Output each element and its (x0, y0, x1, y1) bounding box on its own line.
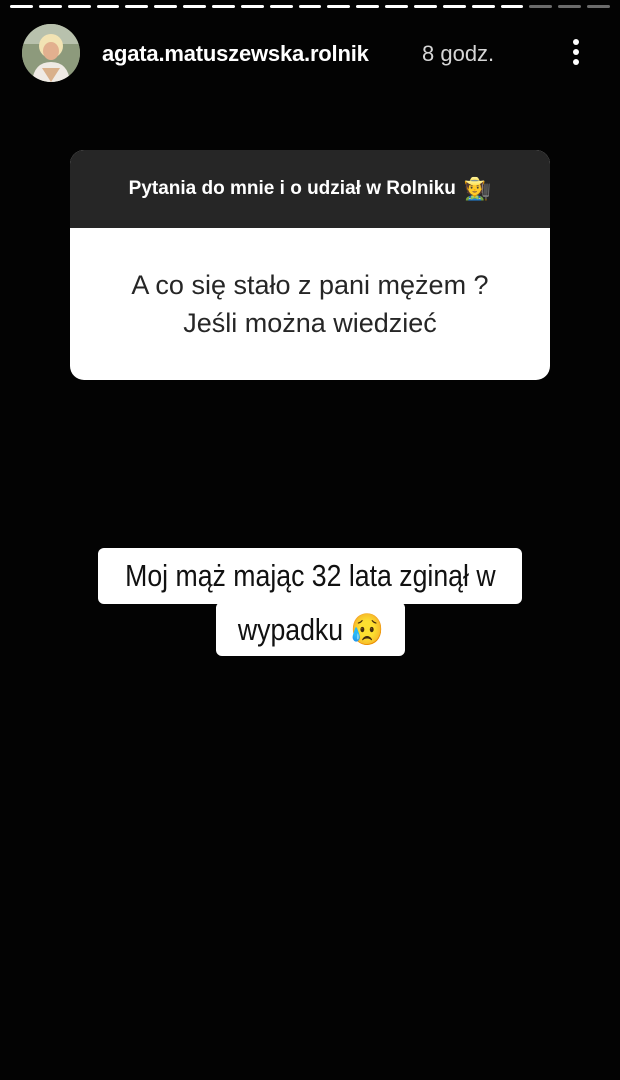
progress-segment (240, 5, 264, 8)
story-timestamp: 8 godz. (422, 41, 495, 66)
username[interactable]: agata.matuszewska.rolnik (102, 41, 369, 67)
answer-text-line-1: Moj mąż mając 32 lata zginął w (98, 548, 522, 604)
progress-segment (529, 5, 553, 8)
progress-segment (587, 5, 610, 8)
farmer-emoji-icon: 🧑‍🌾 (463, 176, 492, 201)
progress-segment (558, 5, 582, 8)
progress-segment (269, 5, 293, 8)
progress-segment (442, 5, 466, 8)
progress-segment (183, 5, 206, 8)
question-sticker-header: Pytania do mnie i o udział w Rolniku 🧑‍🌾 (70, 150, 550, 228)
more-vertical-icon[interactable] (566, 36, 586, 68)
answer-text-line-2-label: wypadku 😥 (237, 611, 384, 647)
progress-segment (38, 5, 62, 8)
progress-segment (385, 5, 408, 8)
question-sticker-body: A co się stało z pani mężem ? Jeśli możn… (70, 228, 550, 380)
question-sticker: Pytania do mnie i o udział w Rolniku 🧑‍🌾… (70, 150, 550, 380)
progress-segment (414, 5, 437, 8)
answer-text-line-2: wypadku 😥 (216, 602, 405, 656)
answer-text-line-1-label: Moj mąż mając 32 lata zginął w (124, 558, 496, 593)
question-text-line-2: Jeśli można wiedzieć (183, 308, 437, 338)
progress-segment (67, 5, 91, 8)
progress-segment (327, 5, 351, 8)
progress-segment (154, 5, 178, 8)
progress-segment (212, 5, 235, 8)
progress-segment (500, 5, 524, 8)
story-progress-bar (0, 5, 620, 8)
story-header: agata.matuszewska.rolnik 8 godz. (22, 24, 602, 84)
avatar-image (22, 24, 80, 82)
progress-segment (298, 5, 322, 8)
progress-segment (125, 5, 149, 8)
question-sticker-prompt: Pytania do mnie i o udział w Rolniku (128, 178, 456, 199)
progress-segment (10, 5, 33, 8)
question-text-line-1: A co się stało z pani mężem ? (131, 270, 489, 300)
avatar[interactable] (22, 24, 80, 82)
progress-segment (471, 5, 495, 8)
progress-segment (356, 5, 380, 8)
progress-segment (96, 5, 120, 8)
